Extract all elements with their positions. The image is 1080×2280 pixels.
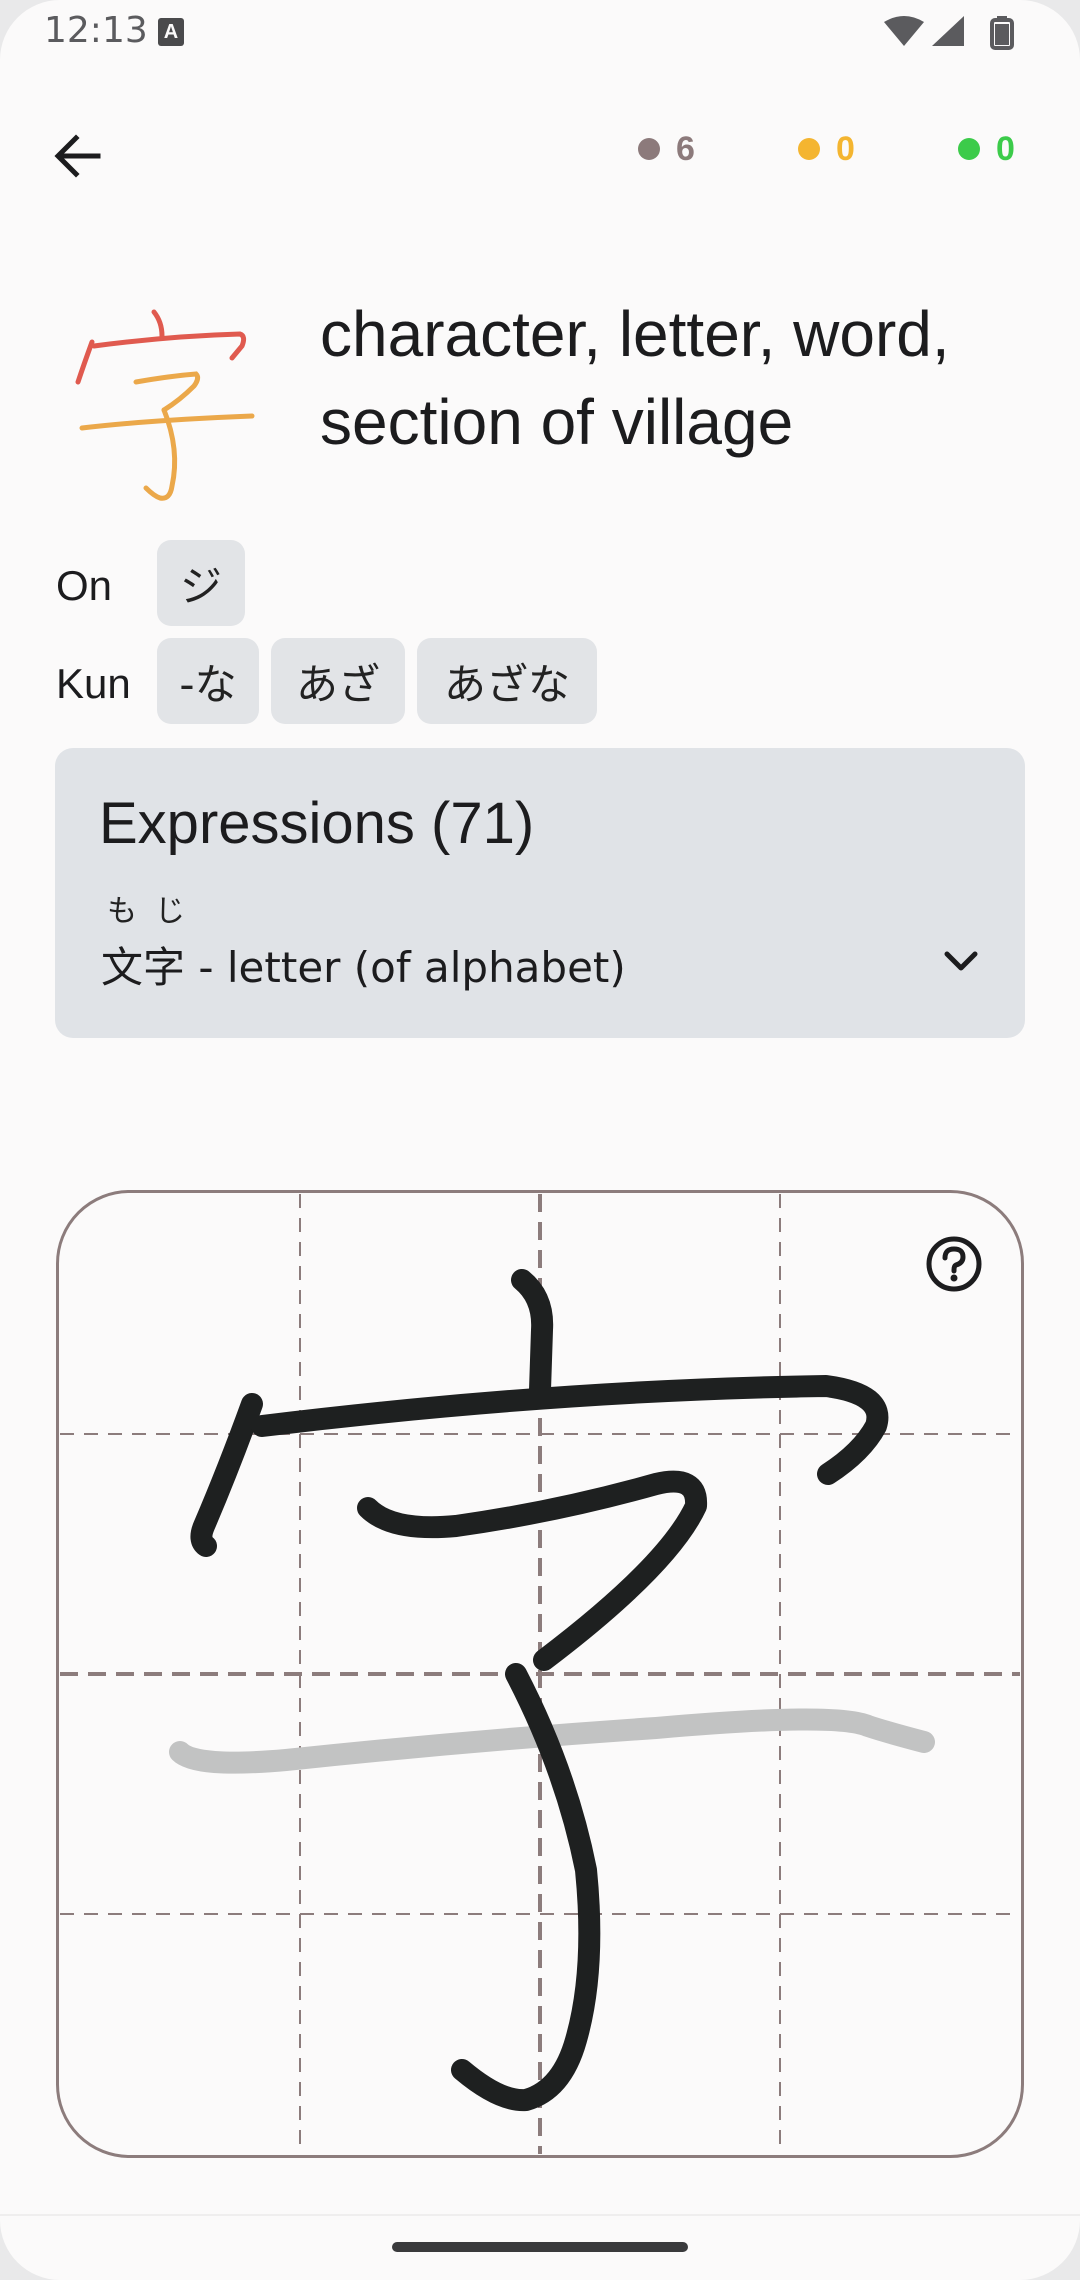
kanji-meaning: character, letter, word, section of vill…	[320, 298, 950, 458]
counter-value: 0	[836, 129, 855, 168]
kun-reading-label: Kun	[56, 660, 131, 707]
status-icons	[884, 16, 1014, 50]
bottom-divider	[0, 2214, 1080, 2216]
kanji-stroke-diagram	[75, 309, 255, 501]
status-bar: 12:13 A	[0, 0, 1080, 70]
expression-furigana: もじ	[107, 894, 203, 929]
counter-dot	[798, 138, 820, 160]
counter-value: 6	[676, 129, 695, 168]
expressions-card[interactable]: Expressions (71) もじ 文字 - letter (of alph…	[55, 748, 1025, 1038]
expression-meaning: letter (of alphabet)	[226, 943, 626, 992]
expression-separator: -	[185, 943, 227, 992]
expression-word: 文字	[101, 943, 186, 992]
gesture-navigation-handle[interactable]	[392, 2242, 688, 2252]
wifi-icon	[884, 16, 924, 46]
arrow-left-icon	[54, 134, 101, 178]
counter-dot	[638, 138, 660, 160]
expressions-title: Expressions (71)	[99, 791, 535, 856]
kun-reading-chip[interactable]: あざ	[271, 638, 405, 724]
on-reading-label: On	[56, 562, 113, 609]
counter-seen: 6	[638, 126, 695, 172]
counter-known: 0	[958, 126, 1015, 172]
counter-learning: 0	[798, 126, 855, 172]
kun-reading-chip[interactable]: あざな	[417, 638, 597, 724]
status-time: 12:13	[44, 10, 148, 51]
back-button[interactable]	[40, 118, 116, 194]
expression-entry: 文字 - letter (of alphabet)	[101, 934, 626, 995]
chevron-down-icon[interactable]	[939, 940, 983, 984]
counter-value: 0	[996, 129, 1015, 168]
on-reading-chip[interactable]: ジ	[157, 540, 245, 626]
counter-dot	[958, 138, 980, 160]
help-button[interactable]	[924, 1234, 984, 1294]
keyboard-indicator-icon: A	[158, 18, 184, 46]
signal-icon	[932, 16, 964, 46]
writing-canvas[interactable]	[56, 1190, 1024, 2158]
help-circle-icon	[926, 1236, 982, 1292]
kun-reading-chip[interactable]: -な	[157, 638, 259, 724]
screen: 12:13 A 6 0 0 character, letter, word, s…	[0, 0, 1080, 2280]
battery-icon	[990, 16, 1014, 50]
